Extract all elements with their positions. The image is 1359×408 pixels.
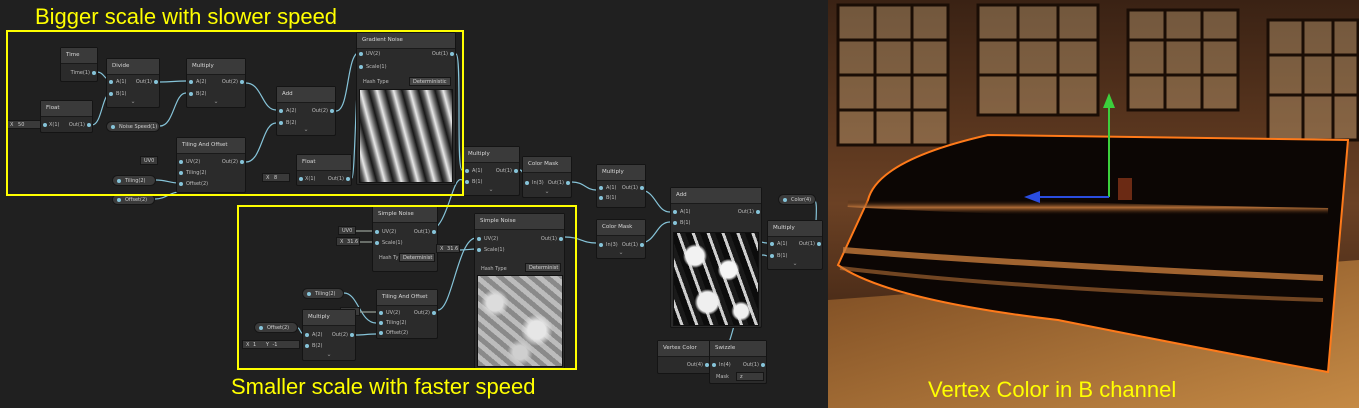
property-icon bbox=[117, 198, 121, 202]
x-axis-handle bbox=[1118, 178, 1132, 200]
color-mask1-output-port[interactable] bbox=[566, 181, 570, 185]
multiply5-b-label: B(1) bbox=[777, 253, 788, 259]
viewport-caption: Vertex Color in B channel bbox=[928, 377, 1176, 402]
top-caption: Bigger scale with slower speed bbox=[35, 4, 338, 29]
slow-speed-highlight-box bbox=[6, 30, 464, 196]
mask-input[interactable]: z bbox=[736, 372, 764, 381]
vertex-color-out-label: Out(4) bbox=[686, 362, 703, 368]
swizzle-in-port[interactable] bbox=[712, 363, 716, 367]
color-mask1-out-label: Out(1) bbox=[547, 180, 564, 186]
node-title: Multiply bbox=[768, 221, 822, 237]
color-mask-node-2[interactable]: Color Mask In(3) Out(1) ⌄ bbox=[596, 219, 646, 259]
add-node-2[interactable]: Add A(1) B(1) Out(1) bbox=[670, 187, 762, 328]
node-title: Vertex Color bbox=[658, 341, 710, 357]
multiply2-output-port[interactable] bbox=[514, 169, 518, 173]
multiply5-a-port[interactable] bbox=[770, 242, 774, 246]
bottom-caption: Smaller scale with faster speed bbox=[231, 374, 536, 399]
multiply5-a-label: A(1) bbox=[777, 241, 788, 247]
multiply5-output-port[interactable] bbox=[817, 242, 821, 246]
add-preview bbox=[673, 232, 759, 326]
node-title: Swizzle bbox=[710, 341, 766, 357]
scene-viewport[interactable]: Vertex Color in B channel bbox=[828, 0, 1359, 408]
multiply-node-3[interactable]: Multiply A(1) B(1) Out(1) bbox=[596, 164, 646, 208]
vertex-color-node[interactable]: Vertex Color Out(4) bbox=[657, 340, 711, 374]
multiply-node-2[interactable]: Multiply A(1) B(1) Out(1) ⌄ bbox=[462, 146, 520, 196]
multiply-node-5[interactable]: Multiply A(1) B(1) Out(1) ⌄ bbox=[767, 220, 823, 270]
color-mask1-in-label: In(3) bbox=[532, 180, 544, 186]
chevron-down-icon[interactable]: ⌄ bbox=[488, 186, 493, 193]
node-title: Multiply bbox=[463, 147, 519, 163]
color-mask2-in-port[interactable] bbox=[599, 243, 603, 247]
fast-speed-highlight-box bbox=[237, 205, 577, 370]
add2-a-port[interactable] bbox=[673, 210, 677, 214]
swizzle-node[interactable]: Swizzle In(4) Out(1) Mask z bbox=[709, 340, 767, 384]
color-mask-node-1[interactable]: Color Mask In(3) Out(1) ⌄ bbox=[522, 156, 572, 198]
color-mask2-output-port[interactable] bbox=[640, 243, 644, 247]
property-label: Color(4) bbox=[791, 197, 812, 203]
multiply5-out-label: Out(1) bbox=[798, 241, 815, 247]
multiply3-b-port[interactable] bbox=[599, 196, 603, 200]
property-label: Offset(2) bbox=[125, 197, 148, 203]
color-property[interactable]: Color(4) bbox=[778, 194, 816, 205]
chevron-down-icon[interactable]: ⌄ bbox=[544, 188, 549, 195]
add2-a-label: A(1) bbox=[680, 209, 691, 215]
multiply3-output-port[interactable] bbox=[640, 186, 644, 190]
multiply2-b-label: B(1) bbox=[472, 179, 483, 185]
multiply2-out-label: Out(1) bbox=[495, 168, 512, 174]
node-title: Color Mask bbox=[523, 157, 571, 173]
mask-label: Mask bbox=[716, 374, 729, 380]
multiply3-a-label: A(1) bbox=[606, 185, 617, 191]
add2-output-port[interactable] bbox=[756, 210, 760, 214]
multiply2-a-port[interactable] bbox=[465, 169, 469, 173]
color-mask2-in-label: In(3) bbox=[606, 242, 618, 248]
swizzle-output-port[interactable] bbox=[761, 363, 765, 367]
add2-out-label: Out(1) bbox=[737, 209, 754, 215]
multiply3-out-label: Out(1) bbox=[621, 185, 638, 191]
multiply2-a-label: A(1) bbox=[472, 168, 483, 174]
shader-graph-canvas[interactable]: Time Time(1) X 50 Float X(1) Out(1) Divi… bbox=[0, 0, 828, 408]
node-title: Multiply bbox=[597, 165, 645, 181]
node-title: Add bbox=[671, 188, 761, 204]
swizzle-in-label: In(4) bbox=[719, 362, 731, 368]
multiply5-b-port[interactable] bbox=[770, 254, 774, 258]
add2-b-label: B(1) bbox=[680, 220, 691, 226]
multiply3-b-label: B(1) bbox=[606, 195, 617, 201]
multiply2-b-port[interactable] bbox=[465, 180, 469, 184]
color-mask2-out-label: Out(1) bbox=[621, 242, 638, 248]
add2-b-port[interactable] bbox=[673, 221, 677, 225]
color-mask1-in-port[interactable] bbox=[525, 181, 529, 185]
multiply3-a-port[interactable] bbox=[599, 186, 603, 190]
chevron-down-icon[interactable]: ⌄ bbox=[792, 260, 797, 267]
swizzle-out-label: Out(1) bbox=[742, 362, 759, 368]
scene-render: Vertex Color in B channel bbox=[828, 0, 1359, 408]
chevron-down-icon[interactable]: ⌄ bbox=[618, 249, 623, 256]
property-icon bbox=[783, 198, 787, 202]
node-title: Color Mask bbox=[597, 220, 645, 236]
